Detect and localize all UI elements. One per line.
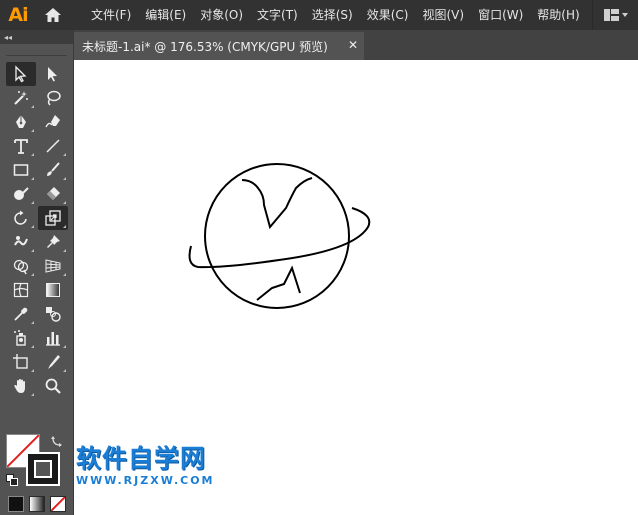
lasso-tool[interactable]	[38, 86, 68, 110]
gradient-button[interactable]	[29, 496, 45, 512]
symbol-sprayer-tool[interactable]	[6, 326, 36, 350]
shape-builder-tool[interactable]	[6, 254, 36, 278]
direct-selection-tool[interactable]	[38, 62, 68, 86]
artboard-tool[interactable]	[6, 350, 36, 374]
mesh-tool[interactable]	[6, 278, 36, 302]
color-mode-buttons	[8, 496, 66, 512]
curvature-pen-icon	[45, 115, 60, 128]
slice-tool[interactable]	[38, 350, 68, 374]
close-tab-icon[interactable]: ✕	[348, 38, 358, 52]
app-logo[interactable]: Ai	[0, 0, 36, 30]
document-tab[interactable]: 未标题-1.ai* @ 176.53% (CMYK/GPU 预览) ✕	[74, 32, 364, 60]
menu-type[interactable]: 文字(T)	[250, 0, 305, 30]
menu-help[interactable]: 帮助(H)	[530, 0, 586, 30]
planet-bottom-marking	[256, 265, 301, 301]
none-slash-icon	[51, 497, 65, 511]
curvature-tool[interactable]	[38, 110, 68, 134]
rotate-tool[interactable]	[6, 206, 36, 230]
menu-file[interactable]: 文件(F)	[84, 0, 138, 30]
eraser-tool[interactable]	[38, 182, 68, 206]
puppet-warp-tool[interactable]	[38, 230, 68, 254]
direct-arrow-icon	[48, 67, 57, 82]
type-icon	[14, 139, 28, 154]
warp-icon	[14, 236, 28, 246]
blend-tool[interactable]	[38, 302, 68, 326]
line-segment-tool[interactable]	[38, 134, 68, 158]
collapse-panel-icon[interactable]: ◂◂	[4, 33, 12, 42]
magic-wand-icon	[14, 91, 28, 105]
selection-tool[interactable]	[6, 62, 36, 86]
eraser-icon	[47, 187, 60, 200]
fill-stroke-control	[6, 434, 66, 488]
blend-icon	[46, 307, 61, 322]
watermark-title: 软件自学网	[76, 444, 207, 473]
lasso-icon	[47, 90, 61, 106]
stroke-swatch-inner	[34, 460, 52, 478]
menu-bar: Ai 文件(F) 编辑(E) 对象(O) 文字(T) 选择(S) 效果(C) 视…	[0, 0, 638, 30]
menu-select[interactable]: 选择(S)	[305, 0, 360, 30]
symbol-sprayer-icon	[14, 330, 26, 346]
home-icon	[45, 8, 61, 22]
gradient-icon	[46, 283, 60, 297]
tools-grip[interactable]	[6, 46, 67, 56]
shape-builder-icon	[13, 259, 29, 275]
eyedropper-icon	[14, 307, 28, 321]
menu-window[interactable]: 窗口(W)	[471, 0, 530, 30]
line-icon	[46, 139, 60, 153]
magnifier-icon	[45, 378, 61, 394]
document-tab-title: 未标题-1.ai* @ 176.53% (CMYK/GPU 预览)	[82, 39, 328, 54]
none-button[interactable]	[50, 496, 66, 512]
paintbrush-icon	[47, 162, 60, 176]
color-button[interactable]	[8, 496, 24, 512]
column-graph-tool[interactable]	[38, 326, 68, 350]
main-menu: 文件(F) 编辑(E) 对象(O) 文字(T) 选择(S) 效果(C) 视图(V…	[84, 0, 587, 30]
pen-tool[interactable]	[6, 110, 36, 134]
hand-tool[interactable]	[6, 374, 36, 398]
eyedropper-tool[interactable]	[6, 302, 36, 326]
zoom-tool[interactable]	[38, 374, 68, 398]
artboard-icon	[13, 354, 28, 369]
swap-fill-stroke-icon[interactable]	[50, 434, 64, 448]
home-button[interactable]	[36, 0, 70, 30]
watermark-url: WWW.RJZXW.COM	[76, 474, 215, 487]
planet-top-marking	[241, 177, 313, 230]
gradient-tool[interactable]	[38, 278, 68, 302]
perspective-grid-icon	[45, 259, 61, 273]
rotate-icon	[14, 210, 27, 225]
rectangle-icon	[13, 164, 29, 176]
warp-tool[interactable]	[6, 230, 36, 254]
paintbrush-tool[interactable]	[38, 158, 68, 182]
menu-effect[interactable]: 效果(C)	[360, 0, 416, 30]
knife-icon	[48, 355, 60, 369]
type-tool[interactable]	[6, 134, 36, 158]
watermark: 软件自学网 WWW.RJZXW.COM	[76, 444, 226, 487]
arrow-icon	[15, 65, 27, 83]
pen-icon	[16, 115, 26, 128]
stroke-swatch[interactable]	[26, 452, 60, 486]
tools-panel: ◂◂	[0, 30, 74, 515]
default-fill-stroke-icon[interactable]	[6, 474, 18, 486]
tools-panel-header: ◂◂	[0, 30, 73, 44]
menu-object[interactable]: 对象(O)	[193, 0, 250, 30]
perspective-grid-tool[interactable]	[38, 254, 68, 278]
shaper-tool[interactable]	[6, 182, 36, 206]
menu-view[interactable]: 视图(V)	[415, 0, 471, 30]
document-tab-bar: 未标题-1.ai* @ 176.53% (CMYK/GPU 预览) ✕	[74, 30, 638, 60]
shaper-icon	[14, 187, 29, 200]
menu-edit[interactable]: 编辑(E)	[138, 0, 193, 30]
magic-wand-tool[interactable]	[6, 86, 36, 110]
workspace-switcher[interactable]	[592, 0, 638, 30]
scale-icon	[45, 210, 61, 226]
rectangle-tool[interactable]	[6, 158, 36, 182]
hand-icon	[14, 379, 25, 393]
scale-tool[interactable]	[38, 206, 68, 230]
mesh-icon	[13, 282, 29, 298]
workspace-layout-icon	[603, 9, 628, 21]
pushpin-icon	[47, 235, 60, 248]
bar-chart-icon	[46, 332, 60, 346]
